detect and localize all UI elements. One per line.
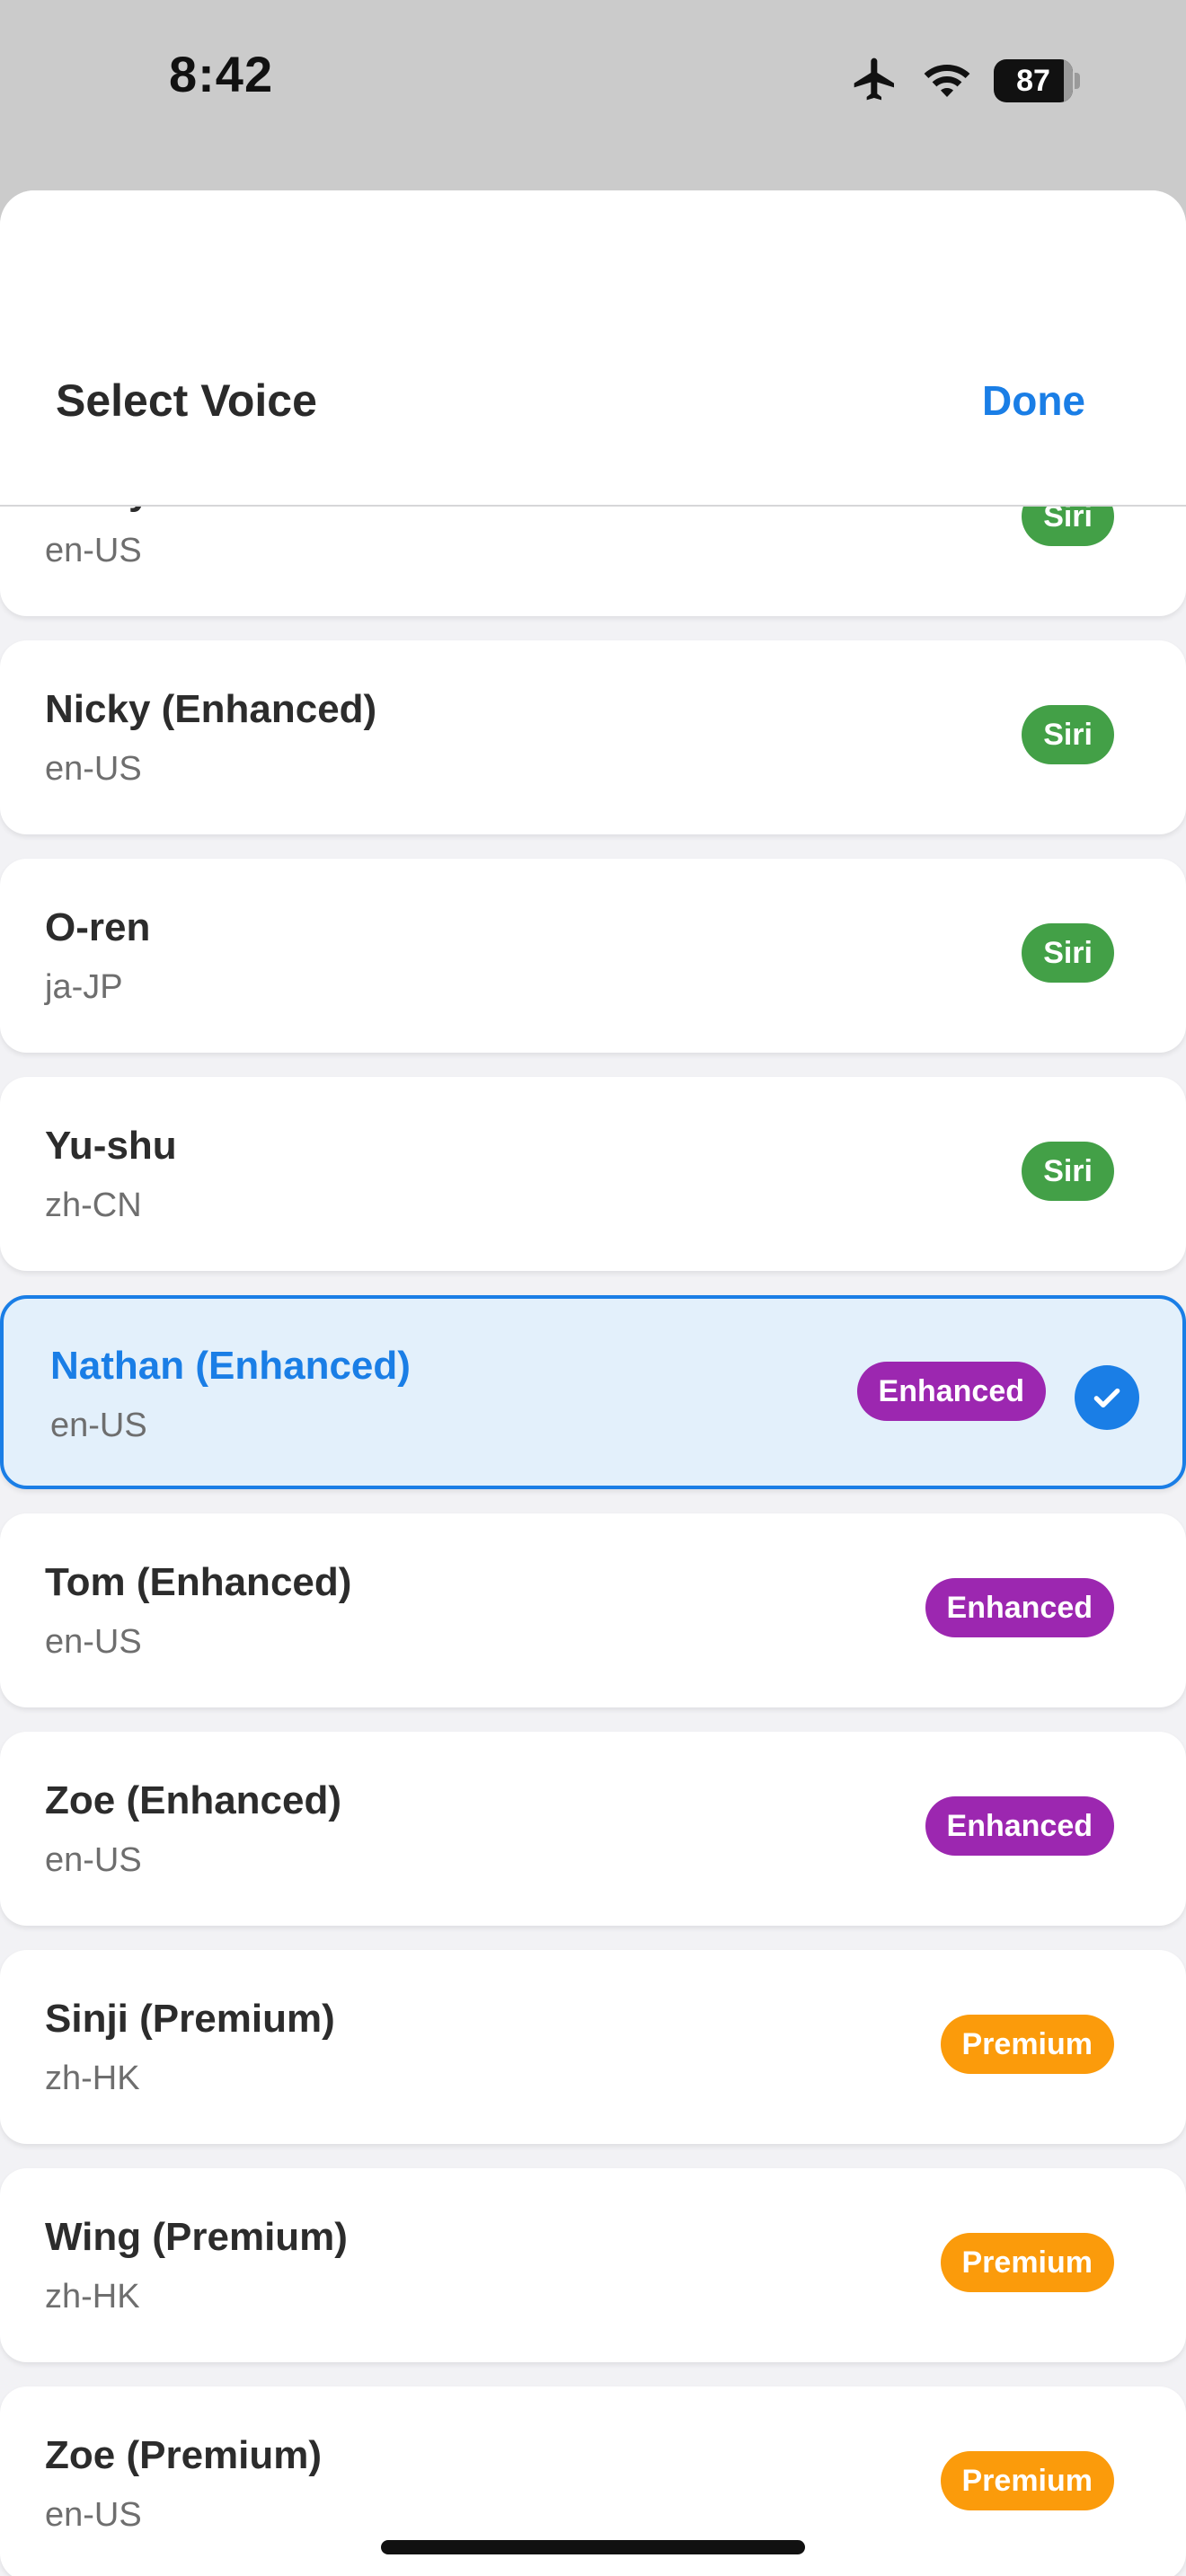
- voice-name: Nicky (Enhanced): [45, 687, 377, 731]
- voice-name: Zoe (Enhanced): [45, 1778, 342, 1822]
- voice-name: Tom (Enhanced): [45, 1560, 352, 1604]
- voice-name: Nathan (Enhanced): [50, 1344, 411, 1388]
- voice-row[interactable]: O-ren ja-JP Siri: [0, 859, 1186, 1053]
- page-title: Select Voice: [56, 375, 317, 426]
- voice-locale: en-US: [45, 2496, 142, 2534]
- voice-badge-enhanced: Enhanced: [925, 1578, 1114, 1637]
- voice-row[interactable]: Nicky en-US Siri: [0, 507, 1186, 616]
- voice-row[interactable]: Nicky (Enhanced) en-US Siri: [0, 640, 1186, 834]
- voice-locale: en-US: [50, 1407, 147, 1444]
- voice-locale: en-US: [45, 750, 142, 788]
- voice-row[interactable]: Sinji (Premium) zh-HK Premium: [0, 1950, 1186, 2144]
- voice-name: Sinji (Premium): [45, 1997, 335, 2041]
- wifi-icon: [920, 57, 974, 105]
- voice-badge-siri: Siri: [1022, 923, 1114, 983]
- airplane-icon: [850, 54, 900, 109]
- voice-badge-premium: Premium: [940, 2015, 1114, 2074]
- voice-locale: en-US: [45, 532, 142, 569]
- voice-locale: zh-HK: [45, 2060, 140, 2097]
- voice-name: Yu-shu: [45, 1124, 177, 1168]
- voice-sheet: Select Voice Done Nickyen-USSiriNicky (E…: [0, 190, 1186, 2576]
- voice-name: Nicky: [45, 507, 150, 514]
- voice-name: O-ren: [45, 905, 151, 949]
- battery-level: 87: [1016, 63, 1050, 98]
- checkmark-icon: [1075, 1365, 1139, 1430]
- voice-list-content: Nickyen-USSiriNicky (Enhanced)en-USSiriO…: [0, 507, 1186, 2576]
- done-button[interactable]: Done: [982, 376, 1085, 425]
- voice-row[interactable]: Nathan (Enhanced) en-US Enhanced: [0, 1295, 1186, 1489]
- voice-badge-enhanced: Enhanced: [925, 1796, 1114, 1856]
- home-indicator[interactable]: [381, 2540, 805, 2554]
- voice-name: Wing (Premium): [45, 2215, 348, 2259]
- voice-row[interactable]: Tom (Enhanced) en-US Enhanced: [0, 1513, 1186, 1707]
- sheet-header: Select Voice Done: [0, 190, 1186, 507]
- voice-row[interactable]: Wing (Premium) zh-HK Premium: [0, 2168, 1186, 2362]
- voice-name: Zoe (Premium): [45, 2433, 323, 2477]
- voice-list[interactable]: Nickyen-USSiriNicky (Enhanced)en-USSiriO…: [0, 507, 1186, 2576]
- voice-badge-siri: Siri: [1022, 1142, 1114, 1201]
- voice-badge-premium: Premium: [940, 2451, 1114, 2510]
- voice-row[interactable]: Yu-shu zh-CN Siri: [0, 1077, 1186, 1271]
- voice-locale: en-US: [45, 1623, 142, 1661]
- status-time: 8:42: [169, 46, 274, 102]
- voice-row[interactable]: Zoe (Enhanced) en-US Enhanced: [0, 1732, 1186, 1926]
- voice-locale: ja-JP: [45, 968, 123, 1006]
- voice-badge-enhanced: Enhanced: [856, 1362, 1046, 1421]
- voice-locale: zh-HK: [45, 2278, 140, 2316]
- battery-icon: 87: [994, 59, 1080, 102]
- voice-badge-siri: Siri: [1022, 705, 1114, 764]
- voice-badge-premium: Premium: [940, 2233, 1114, 2292]
- voice-badge-siri: Siri: [1022, 507, 1114, 546]
- status-icons: 87: [850, 56, 1080, 106]
- status-bar: 8:42 87: [0, 0, 1186, 190]
- voice-locale: zh-CN: [45, 1187, 142, 1224]
- voice-locale: en-US: [45, 1841, 142, 1879]
